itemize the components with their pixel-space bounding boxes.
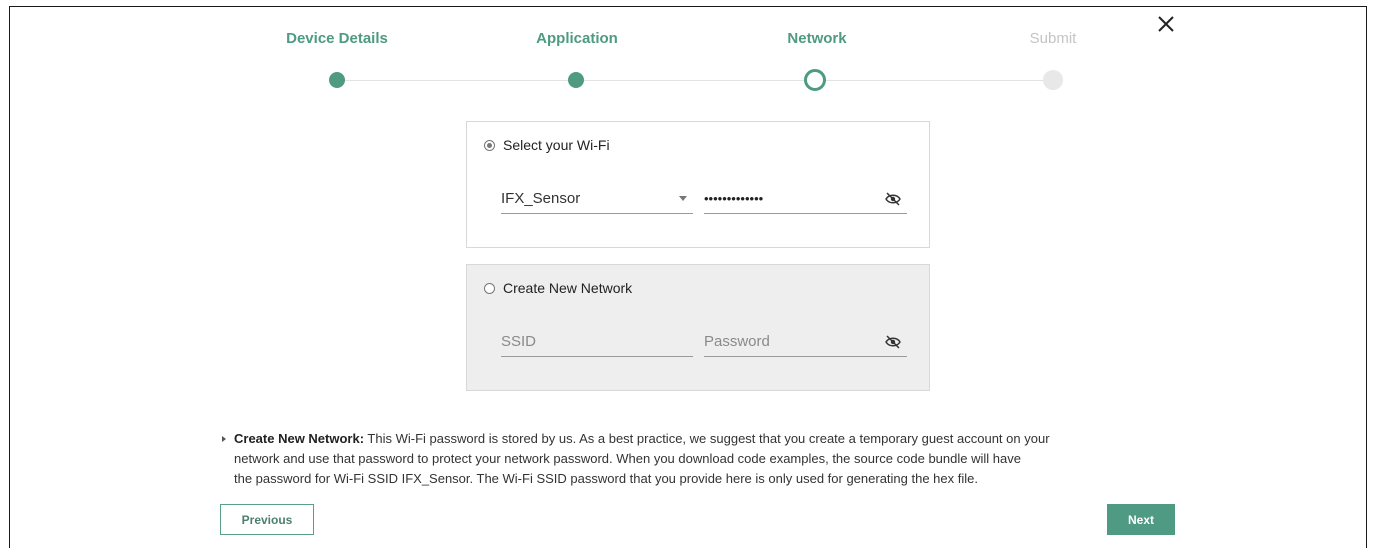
new-network-password-input[interactable]: Password: [704, 327, 907, 357]
create-network-panel[interactable]: Create New Network SSID Password: [466, 264, 930, 391]
step-label-device-details: Device Details: [286, 30, 388, 47]
wifi-network-select[interactable]: IFX_Sensor: [501, 184, 693, 214]
note-line-1: Create New Network: This Wi-Fi password …: [222, 429, 1162, 449]
previous-button[interactable]: Previous: [220, 504, 314, 535]
step-label-submit: Submit: [1029, 30, 1077, 47]
note-line-2: network and use that password to protect…: [234, 451, 1021, 466]
step-dot-application: [568, 72, 584, 88]
bullet-icon: [222, 436, 226, 442]
ssid-input[interactable]: SSID: [501, 327, 693, 357]
create-network-label: Create New Network: [503, 280, 633, 296]
step-label-application: Application: [536, 30, 618, 47]
stepper-track: [337, 80, 1053, 81]
note-heading: Create New Network:: [234, 431, 365, 446]
wifi-password-field[interactable]: •••••••••••••: [704, 184, 907, 214]
ssid-placeholder: SSID: [501, 333, 537, 350]
close-icon[interactable]: [1154, 12, 1178, 36]
create-network-radio-option[interactable]: Create New Network: [484, 280, 632, 296]
eye-off-icon[interactable]: [885, 192, 901, 206]
select-wifi-label: Select your Wi-Fi: [503, 137, 610, 153]
password-placeholder: Password: [704, 333, 770, 350]
eye-off-icon[interactable]: [885, 335, 901, 349]
chevron-down-icon: [679, 196, 687, 201]
create-network-note: Create New Network: This Wi-Fi password …: [222, 429, 1162, 489]
step-dot-submit: [1043, 70, 1063, 90]
wifi-password-value: •••••••••••••: [704, 191, 764, 206]
select-wifi-panel[interactable]: Select your Wi-Fi IFX_Sensor •••••••••••…: [466, 121, 930, 248]
next-button[interactable]: Next: [1107, 504, 1175, 535]
select-wifi-radio[interactable]: [484, 139, 495, 151]
select-wifi-radio-option[interactable]: Select your Wi-Fi: [484, 137, 610, 153]
step-dot-device-details: [329, 72, 345, 88]
create-network-radio[interactable]: [484, 282, 495, 294]
wifi-network-value: IFX_Sensor: [501, 190, 581, 207]
note-line-1-text: This Wi-Fi password is stored by us. As …: [364, 431, 1050, 446]
note-line-3: the password for Wi-Fi SSID IFX_Sensor. …: [234, 471, 978, 486]
step-label-network: Network: [787, 30, 847, 47]
step-dot-network: [804, 69, 826, 91]
